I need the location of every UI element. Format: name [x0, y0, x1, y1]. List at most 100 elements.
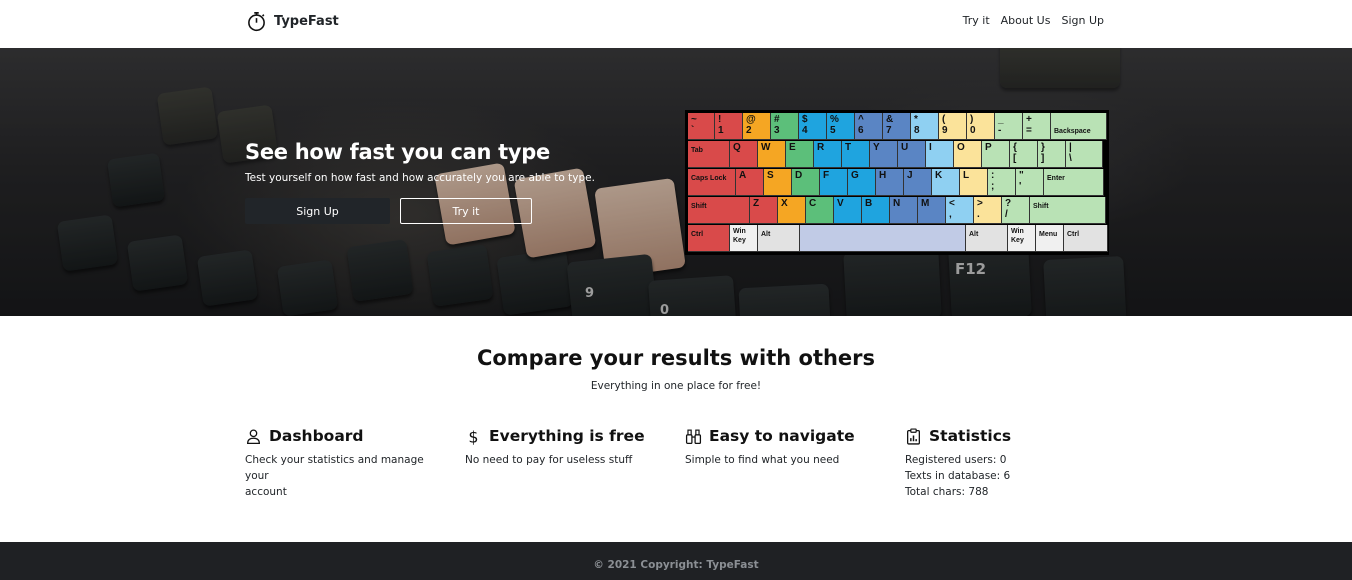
keyboard-key: # 3 — [771, 113, 799, 140]
keyboard-key: Shift — [688, 197, 750, 224]
keyboard-key: Win Key — [730, 225, 758, 252]
keyboard-key: + = — [1023, 113, 1051, 140]
keyboard-key: @ 2 — [743, 113, 771, 140]
keyboard-key: Ctrl — [1064, 225, 1108, 252]
keyboard-key: T — [842, 141, 870, 168]
feature-text-line: Simple to find what you need — [685, 454, 840, 466]
keyboard-key: _ - — [995, 113, 1023, 140]
keyboard-key: & 7 — [883, 113, 911, 140]
brand-name: TypeFast — [274, 13, 339, 29]
keyboard-key: Backspace — [1051, 113, 1107, 140]
keyboard-key: X — [778, 197, 806, 224]
hero-subtitle: Test yourself on how fast and how accura… — [245, 172, 595, 184]
footer: © 2021 Copyright: TypeFast — [0, 542, 1352, 580]
svg-text:$: $ — [468, 428, 478, 445]
feature-text-line: No need to pay for useless stuff — [465, 454, 633, 466]
keyboard-key: > . — [974, 197, 1002, 224]
compare-title: Compare your results with others — [476, 346, 876, 370]
keyboard-key: C — [806, 197, 834, 224]
keyboard-key: L — [960, 169, 988, 196]
keyboard-key: { [ — [1010, 141, 1038, 168]
keyboard-key: Ctrl — [688, 225, 730, 252]
keyboard-key: Shift — [1030, 197, 1106, 224]
keyboard-key: ! 1 — [715, 113, 743, 140]
keyboard-key: M — [918, 197, 946, 224]
keyboard-key: < , — [946, 197, 974, 224]
keyboard-key: O — [954, 141, 982, 168]
feature-title: Dashboard — [269, 427, 364, 445]
keyboard-key: Alt — [966, 225, 1008, 252]
keyboard-key: Enter — [1044, 169, 1104, 196]
feature-text-line: Check your statistics and manage your — [245, 454, 424, 482]
feature-text-line: account — [245, 486, 287, 498]
brand-link[interactable]: TypeFast — [246, 10, 339, 32]
hero-title: See how fast you can type — [245, 140, 550, 164]
keyboard-key: E — [786, 141, 814, 168]
nav-about-us[interactable]: About Us — [1001, 14, 1051, 27]
keyboard-key: H — [876, 169, 904, 196]
keyboard-key: K — [932, 169, 960, 196]
keyboard-key: ( 9 — [939, 113, 967, 140]
try-it-button[interactable]: Try it — [400, 198, 532, 224]
keyboard-key: G — [848, 169, 876, 196]
stat-registered-users: Registered users: 0 — [905, 454, 1007, 466]
feature-title: Everything is free — [489, 427, 645, 445]
keyboard-key: Tab — [688, 141, 730, 168]
keyboard-key: S — [764, 169, 792, 196]
stat-texts-in-database: Texts in database: 6 — [905, 470, 1011, 482]
keyboard-key — [800, 225, 966, 252]
keyboard-key: F — [820, 169, 848, 196]
keyboard-key: | \ — [1066, 141, 1103, 168]
feature-free: $ Everything is free No need to pay for … — [465, 426, 665, 468]
feature-dashboard: Dashboard Check your statistics and mana… — [245, 426, 445, 500]
keyboard-key: : ; — [988, 169, 1016, 196]
nav-links: Try it About Us Sign Up — [963, 14, 1104, 27]
keyboard-key: A — [736, 169, 764, 196]
keyboard-key: Caps Lock — [688, 169, 736, 196]
footer-copyright: © 2021 Copyright: TypeFast — [593, 559, 759, 571]
keyboard-key: ~ ` — [688, 113, 715, 140]
keyboard-key: N — [890, 197, 918, 224]
stopwatch-icon — [248, 12, 265, 32]
nav-try-it[interactable]: Try it — [963, 14, 990, 27]
keyboard-key: P — [982, 141, 1010, 168]
keyboard-key: Q — [730, 141, 758, 168]
keyboard-key: Win Key — [1008, 225, 1036, 252]
keyboard-key: J — [904, 169, 932, 196]
keyboard-key: " ' — [1016, 169, 1044, 196]
keyboard-key: I — [926, 141, 954, 168]
keyboard-key: V — [834, 197, 862, 224]
keyboard-key: } ] — [1038, 141, 1066, 168]
stat-total-chars: Total chars: 788 — [905, 486, 989, 498]
keyboard-key: Alt — [758, 225, 800, 252]
keyboard-key: W — [758, 141, 786, 168]
keyboard-key: B — [862, 197, 890, 224]
keyboard-key: R — [814, 141, 842, 168]
hero-section: F12 9 0 See how fast you can type Test y… — [0, 48, 1352, 316]
keyboard-key: D — [792, 169, 820, 196]
keyboard-key: * 8 — [911, 113, 939, 140]
keyboard-key: ) 0 — [967, 113, 995, 140]
compare-subtitle: Everything in one place for free! — [590, 380, 762, 392]
keyboard-key: % 5 — [827, 113, 855, 140]
person-icon — [247, 428, 260, 444]
hero-overlay — [0, 48, 1352, 316]
feature-title: Statistics — [929, 427, 1012, 445]
keyboard-key: Y — [870, 141, 898, 168]
navbar: TypeFast Try it About Us Sign Up — [0, 0, 1352, 48]
signup-button[interactable]: Sign Up — [245, 198, 390, 224]
keyboard-key: Menu — [1036, 225, 1064, 252]
keyboard-key: $ 4 — [799, 113, 827, 140]
feature-title: Easy to navigate — [709, 427, 855, 445]
clipboard-data-icon — [907, 427, 920, 445]
dollar-icon: $ — [468, 428, 478, 445]
keyboard-finger-chart: ~ `! 1 @ 2 # 3 $ 4% 5 ^ 6 & 7 * 8( 9) 0 _ - + = B… — [685, 110, 1109, 255]
feature-navigate: Easy to navigate Simple to find what you… — [685, 426, 885, 468]
nav-sign-up[interactable]: Sign Up — [1061, 14, 1104, 27]
binoculars-icon — [685, 429, 702, 444]
keyboard-key: ? / — [1002, 197, 1030, 224]
keyboard-key: Z — [750, 197, 778, 224]
keyboard-key: U — [898, 141, 926, 168]
feature-statistics: Statistics Registered users: 0 Texts in … — [905, 426, 1105, 500]
keyboard-key: ^ 6 — [855, 113, 883, 140]
